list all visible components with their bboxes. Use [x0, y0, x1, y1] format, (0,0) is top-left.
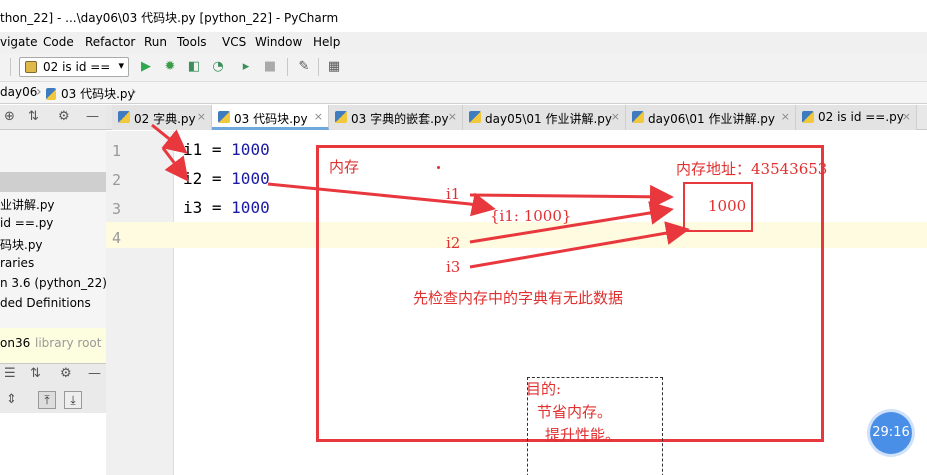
arrow-to-dict [267, 182, 496, 217]
arrow-to-line2 [161, 147, 189, 182]
video-timer-badge[interactable]: 29:16 [870, 412, 912, 454]
arrow-to-line1 [151, 123, 188, 154]
annotation-arrows [151, 123, 690, 269]
arrow-i1-to-value [469, 184, 674, 209]
